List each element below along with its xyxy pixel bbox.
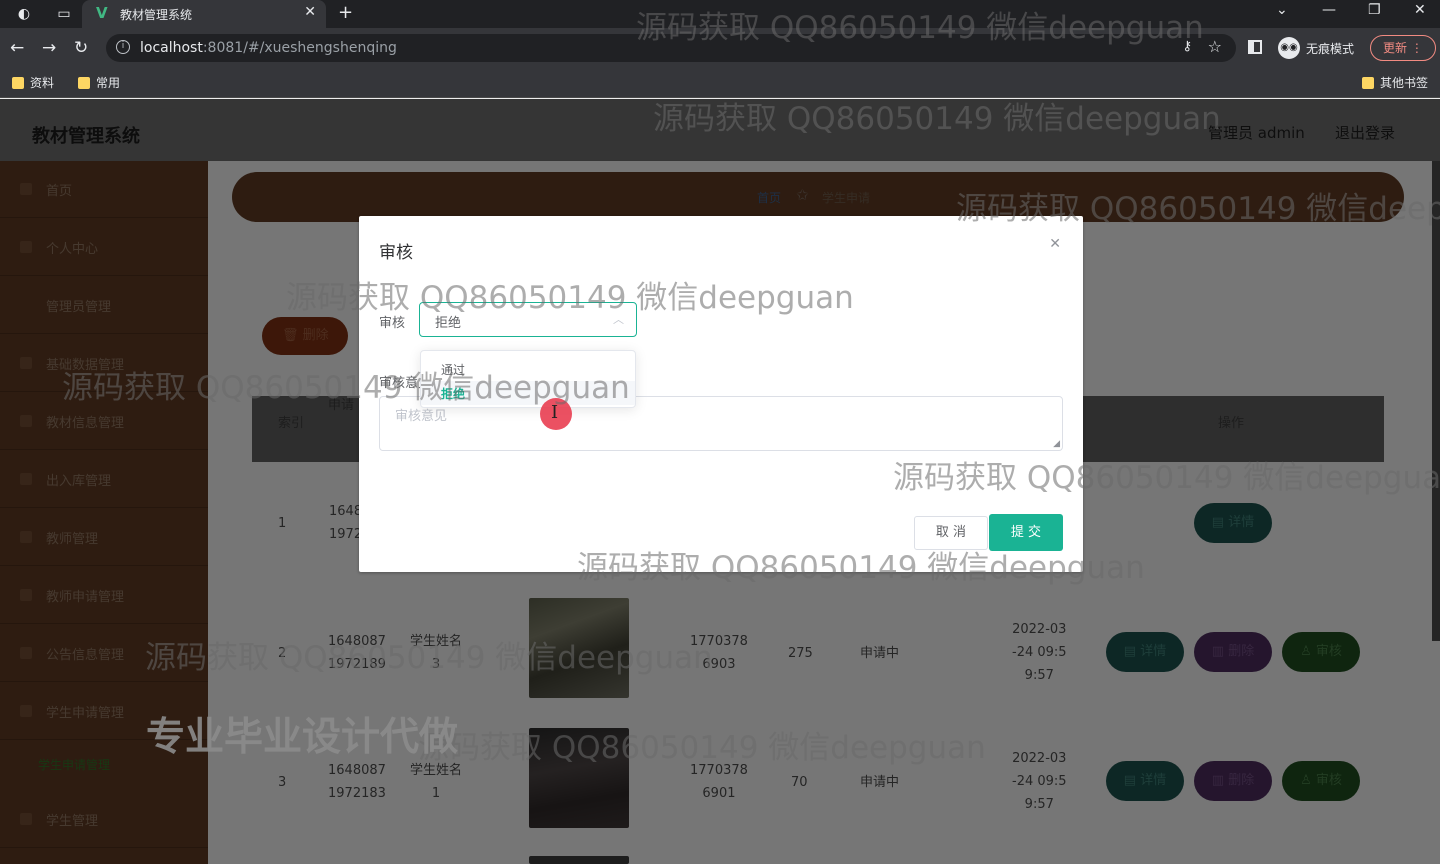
site-info-icon[interactable]: i (116, 40, 130, 54)
bookmark-star-icon[interactable]: ☆ (1208, 37, 1222, 56)
tab-list-icon[interactable]: ⌄ (1276, 2, 1288, 18)
folder-icon (12, 76, 24, 89)
reload-icon[interactable]: ↻ (74, 38, 88, 58)
update-button[interactable]: 更新 ⋮ (1370, 35, 1436, 61)
restore-icon[interactable]: ❐ (1368, 2, 1381, 18)
browser-tab[interactable]: V 教材管理系统 ✕ (82, 0, 326, 28)
watermark: 源码获取 QQ86050149 微信deepguan (145, 640, 713, 676)
watermark: 源码获取 QQ86050149 微信deepguan (418, 730, 986, 766)
promo-watermark: 专业毕业设计代做 (146, 715, 459, 760)
folder-icon (78, 76, 90, 89)
other-bookmarks[interactable]: 其他书签 (1362, 74, 1428, 91)
tab-search-icon[interactable]: ▭ (54, 4, 74, 24)
url-text: localhost:8081/#/xueshengshenqing (140, 40, 397, 56)
watermark: 源码获取 QQ86050149 微信deepguan (893, 460, 1440, 496)
new-tab-icon[interactable]: + (338, 2, 353, 23)
side-panel-icon[interactable] (1248, 40, 1262, 54)
watermark: 源码获取 QQ86050149 微信deepguan (577, 550, 1145, 586)
dialog-close-icon[interactable]: ✕ (1049, 236, 1061, 252)
back-icon[interactable]: ← (10, 38, 24, 58)
resize-grip-icon[interactable]: ◢ (1053, 439, 1060, 449)
watermark: 源码获取 QQ86050149 微信deepguan (636, 10, 1204, 46)
incognito-indicator[interactable]: ◉◉ 无痕模式 (1278, 37, 1354, 59)
bookmark-folder-changyong[interactable]: 常用 (78, 74, 120, 91)
watermark: 源码获取 QQ86050149 微信deepguan (62, 370, 630, 406)
watermark: 源码获取 QQ86050149 微信deepguan (653, 101, 1221, 137)
window-close-icon[interactable]: ✕ (1414, 2, 1426, 18)
browser-menu-icon[interactable]: ◐ (14, 4, 34, 24)
incognito-icon: ◉◉ (1278, 37, 1300, 59)
watermark: 源码获取 QQ86050149 微信deepguan (286, 280, 854, 316)
incognito-label: 无痕模式 (1306, 41, 1355, 56)
tab-title: 教材管理系统 (120, 8, 193, 22)
minimize-icon[interactable]: — (1322, 2, 1336, 18)
forward-icon[interactable]: → (42, 38, 56, 58)
vue-logo-icon: V (96, 4, 108, 22)
watermark: 源码获取 QQ86050149 微信deepguan (956, 191, 1440, 227)
dialog-title: 审核 (379, 243, 413, 263)
folder-icon (1362, 76, 1374, 89)
bookmark-folder-ziliao[interactable]: 资料 (12, 74, 54, 91)
tab-close-icon[interactable]: ✕ (304, 4, 316, 20)
